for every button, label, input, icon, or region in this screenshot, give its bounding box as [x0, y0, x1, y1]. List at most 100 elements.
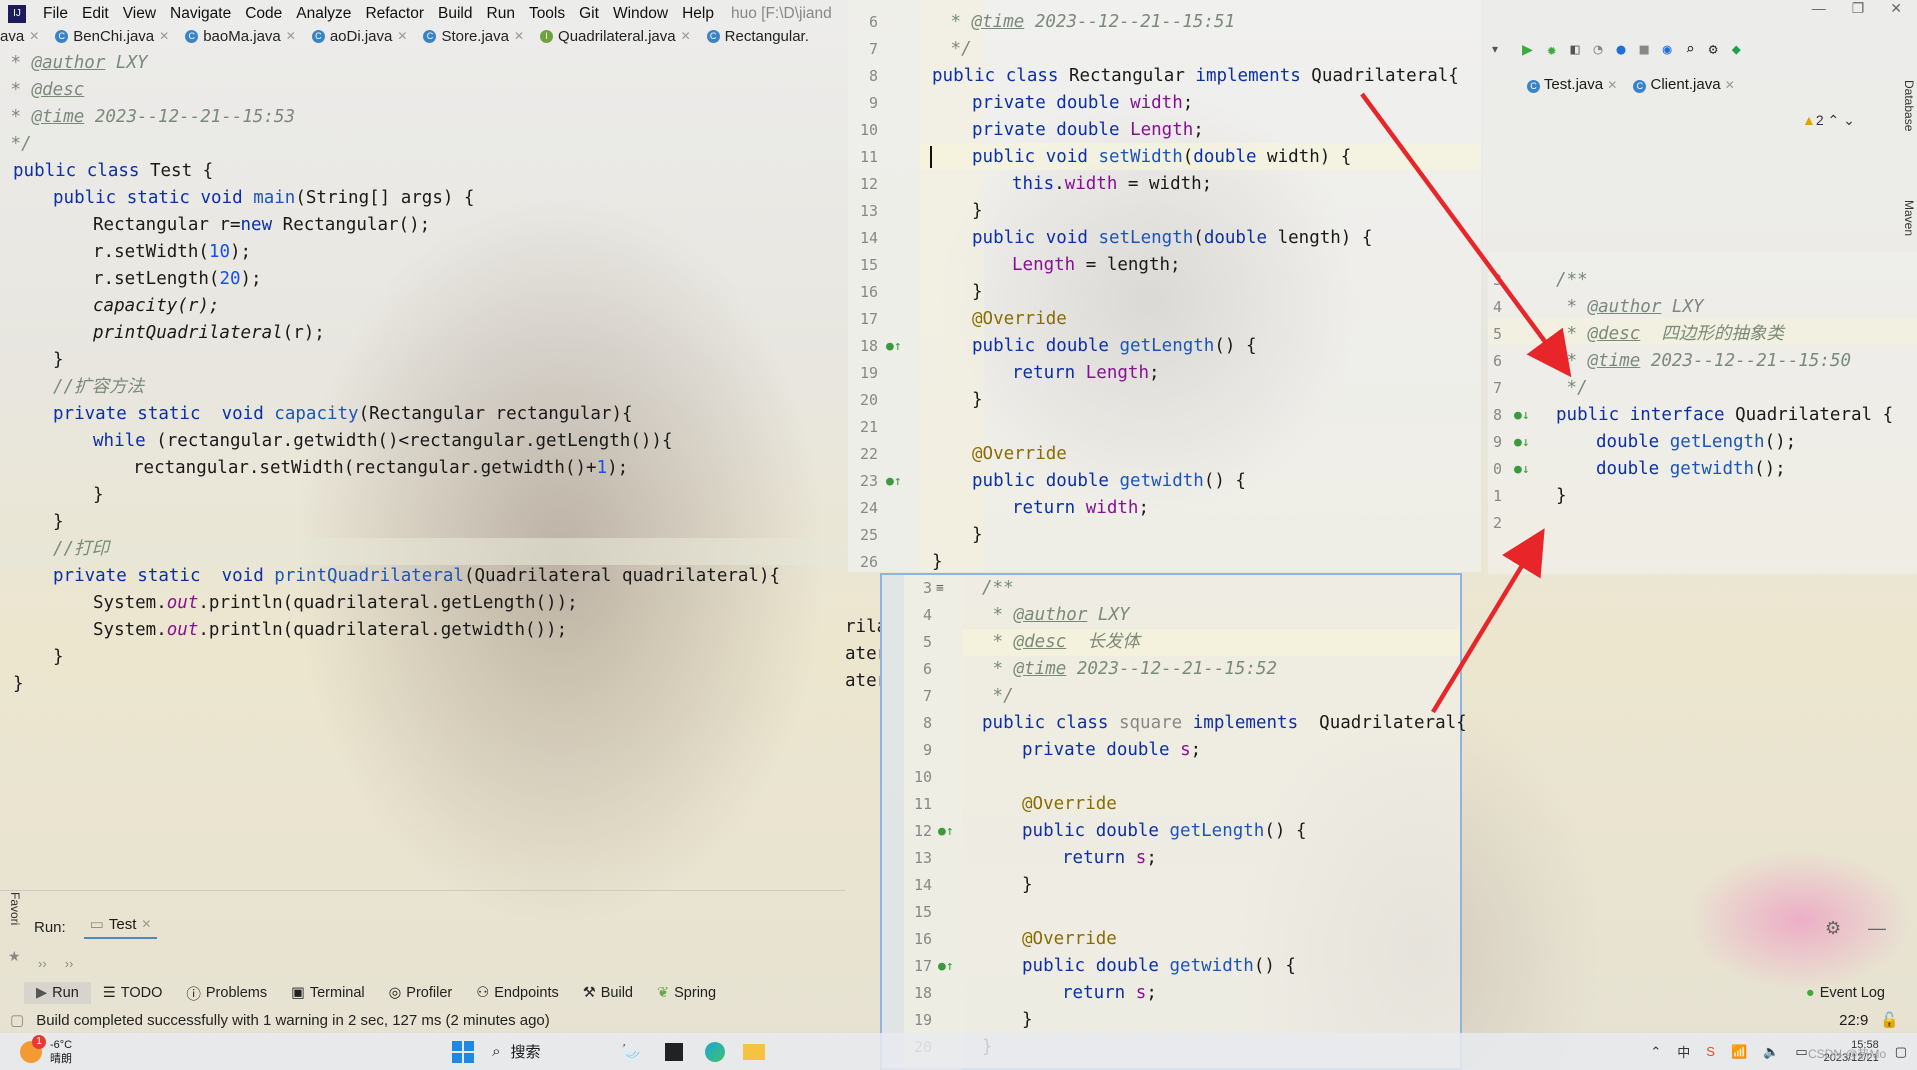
edge-icon[interactable]: [704, 1041, 725, 1062]
favorites-tool[interactable]: Favori: [0, 892, 22, 952]
gear-icon[interactable]: ⚙: [1825, 918, 1841, 939]
test-java-editor[interactable]: * @author LXY * @desc * @time 2023--12--…: [0, 50, 845, 910]
hide-icon[interactable]: —: [1868, 918, 1886, 939]
run-icon[interactable]: ▶: [1522, 39, 1533, 60]
profile-icon[interactable]: ◔: [1594, 40, 1603, 58]
swan-app-icon[interactable]: 🦢: [621, 1041, 643, 1062]
coverage-icon[interactable]: ◧: [1570, 40, 1579, 58]
menu-code[interactable]: Code: [238, 5, 289, 23]
weather-temp: -6°C: [50, 1038, 73, 1051]
update-icon[interactable]: ◉: [1663, 40, 1672, 58]
toolwindow-profiler[interactable]: ◎ Profiler: [377, 985, 465, 1001]
dropdown-icon[interactable]: ▾: [1492, 42, 1512, 56]
menu-analyze[interactable]: Analyze: [289, 5, 358, 23]
implements-marker-icon[interactable]: ●↑: [938, 959, 954, 974]
status-message[interactable]: Build completed successfully with 1 warn…: [36, 1012, 550, 1029]
fold-icon[interactable]: ≡: [936, 581, 944, 596]
debug-icon[interactable]: ✹: [1547, 40, 1557, 59]
taskbar-search[interactable]: ⌕ 搜索: [492, 1041, 540, 1062]
implemented-marker-icon[interactable]: ●↓: [1514, 435, 1530, 450]
caret-row: [0, 538, 845, 565]
toolwindow-terminal[interactable]: ▣ Terminal: [279, 985, 377, 1001]
gear-icon[interactable]: ⚙: [1709, 40, 1718, 58]
tab-baoma[interactable]: CbaoMa.java ✕: [177, 28, 304, 45]
maven-tool[interactable]: Maven: [1894, 200, 1916, 236]
event-log-button[interactable]: ● Event Log: [1794, 985, 1897, 1001]
class-icon: C: [185, 29, 199, 43]
run-label: Run:: [34, 918, 66, 936]
menu-file[interactable]: File: [36, 5, 75, 23]
chevron-up-icon[interactable]: ⌃: [1650, 1044, 1661, 1060]
expand-icon[interactable]: ›› ››: [38, 956, 73, 971]
run-config-tab[interactable]: ▭ Test ✕: [83, 915, 158, 939]
tab-client-java[interactable]: C Client.java ✕: [1633, 76, 1735, 93]
right-tabbar: C Test.java ✕ C Client.java ✕: [1527, 76, 1735, 93]
star-icon[interactable]: ★: [8, 948, 21, 965]
toolwindow-todo[interactable]: ☰ TODO: [91, 985, 175, 1001]
toolwindow-spring[interactable]: ❦ Spring: [645, 985, 728, 1001]
warning-counter[interactable]: ▲2 ⌃ ⌄: [1802, 112, 1855, 129]
menu-run[interactable]: Run: [480, 5, 522, 23]
help-icon[interactable]: ●: [1617, 40, 1626, 58]
tab-rectangular[interactable]: C Rectangular.: [699, 28, 817, 45]
terminal-icon: ▣: [291, 985, 305, 1001]
weather-icon[interactable]: 1: [20, 1034, 46, 1063]
stop-icon[interactable]: ■: [1640, 40, 1649, 58]
notification-icon[interactable]: ▢: [1895, 1044, 1907, 1060]
implements-marker-icon[interactable]: ●↑: [886, 339, 902, 354]
wifi-icon[interactable]: 📶: [1731, 1044, 1747, 1060]
search-icon: ⌕: [492, 1043, 501, 1060]
tab-aodi[interactable]: CaoDi.java ✕: [304, 28, 416, 45]
implemented-marker-icon[interactable]: ●↓: [1514, 462, 1530, 477]
restore-icon[interactable]: ❐: [1852, 0, 1865, 24]
tab-java[interactable]: ava ✕: [0, 28, 47, 45]
menu-build[interactable]: Build: [431, 5, 479, 23]
implements-marker-icon[interactable]: ●↑: [886, 474, 902, 489]
menu-navigate[interactable]: Navigate: [163, 5, 238, 23]
menu-tools[interactable]: Tools: [522, 5, 572, 23]
toolwindow-run[interactable]: ▶ Run: [24, 982, 91, 1004]
windows-start-icon[interactable]: [452, 1040, 475, 1063]
toolwindow-problems[interactable]: ⓘ Problems: [174, 983, 279, 1004]
run-toolbar: ▶ ✹ ◧ ◔ ● ■ ◉ ⌕ ⚙ ◆: [1522, 38, 1852, 60]
toolwindow-build[interactable]: ⚒ Build: [571, 985, 645, 1001]
tab-quadrilateral[interactable]: I Quadrilateral.java ✕: [532, 28, 699, 45]
implemented-marker-icon[interactable]: ●↓: [1514, 408, 1530, 423]
caret-position[interactable]: 22:9: [1839, 1012, 1868, 1029]
tab-store[interactable]: C Store.java ✕: [415, 28, 532, 45]
class-icon: C: [1527, 80, 1540, 93]
toolwindow-endpoints[interactable]: ⚇ Endpoints: [464, 985, 571, 1001]
profiler-icon: ◎: [388, 985, 402, 1001]
menu-refactor[interactable]: Refactor: [358, 5, 431, 23]
tab-benchi[interactable]: C BenChi.java ✕: [47, 28, 177, 45]
s-icon[interactable]: S: [1706, 1044, 1715, 1059]
minimize-icon[interactable]: —: [1812, 0, 1826, 24]
intellij-taskbar-icon[interactable]: [664, 1042, 683, 1061]
status-toggle-icon[interactable]: ▢: [10, 1011, 24, 1029]
menu-git[interactable]: Git: [572, 5, 606, 23]
folder-icon[interactable]: [742, 1043, 765, 1060]
tab-test-java[interactable]: C Test.java ✕: [1527, 76, 1617, 93]
spring-icon: ❦: [656, 985, 670, 1001]
volume-icon[interactable]: 🔈: [1763, 1044, 1779, 1060]
lock-icon[interactable]: 🔓: [1880, 1011, 1899, 1029]
menu-edit[interactable]: Edit: [75, 5, 116, 23]
ime-icon[interactable]: 中: [1677, 1042, 1690, 1061]
search-icon[interactable]: ⌕: [1686, 40, 1695, 58]
implements-marker-icon[interactable]: ●↑: [938, 824, 954, 839]
plugin-icon[interactable]: ◆: [1732, 40, 1741, 58]
project-title: huo [F:\D\jiand: [730, 5, 832, 22]
class-icon: C: [55, 29, 69, 43]
close-icon[interactable]: ✕: [1890, 0, 1902, 24]
menu-help[interactable]: Help: [675, 5, 721, 23]
battery-icon[interactable]: ▭: [1795, 1044, 1807, 1060]
hammer-icon: ⚒: [582, 985, 596, 1001]
menu-window[interactable]: Window: [606, 5, 675, 23]
quadrilateral-java-editor[interactable]: 3 4 5 6 7 8 9 0 1 2 ●↓ ●↓ ●↓ /** * @auth…: [1488, 252, 1917, 574]
rectangular-java-editor[interactable]: 6 7 8 9 10 11 12 13 14 15 16 17 18 19 20…: [848, 0, 1481, 572]
windows-taskbar: 1 -6°C 晴朗 ⌕ 搜索 🦢 ⌃ 中 S 📶 🔈 ▭ 15:58 2023/1…: [0, 1033, 1917, 1070]
weather-badge: 1: [32, 1034, 46, 1049]
menu-view[interactable]: View: [116, 5, 163, 23]
run-toolwindow-header: Favori Run: ▭ Test ✕: [0, 892, 845, 944]
close-icon[interactable]: ✕: [141, 917, 151, 931]
